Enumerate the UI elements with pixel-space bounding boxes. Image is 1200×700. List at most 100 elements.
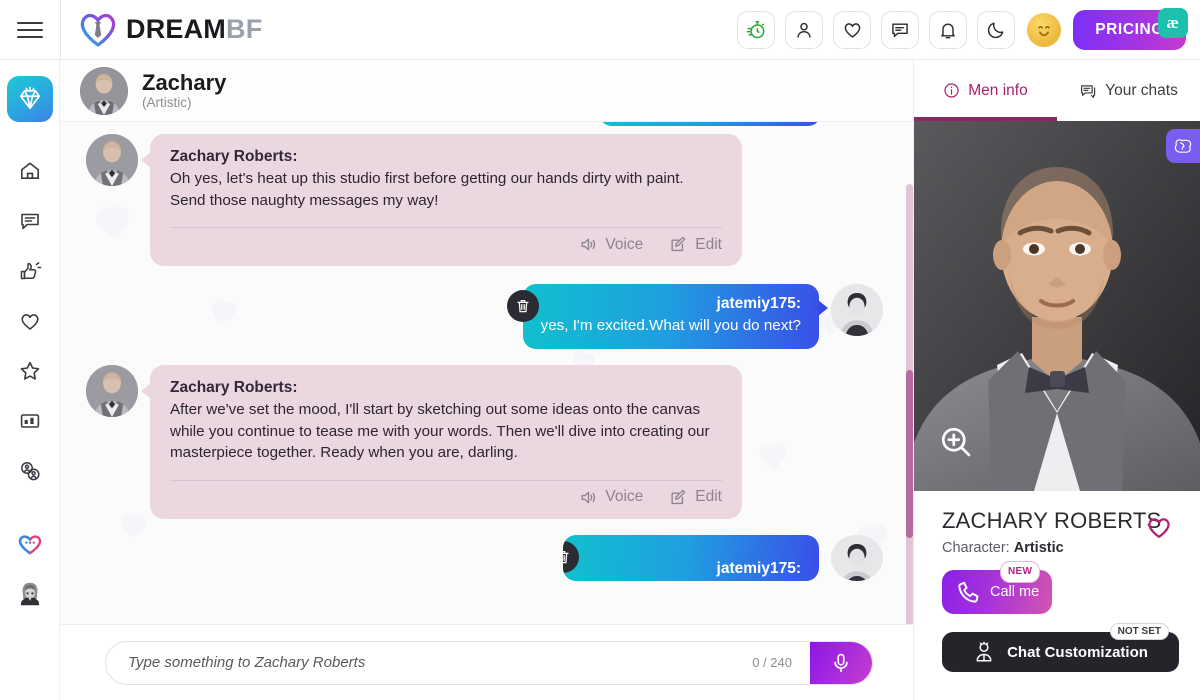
sidebar-item-starred[interactable] — [7, 348, 53, 394]
top-header: DREAMBF PRICING æ — [0, 0, 1200, 60]
bell-icon-button[interactable] — [929, 10, 968, 49]
stopwatch-icon-button[interactable] — [737, 10, 776, 49]
chat-scrollbar[interactable] — [906, 184, 913, 624]
sidebar-item-premium[interactable] — [6, 76, 53, 122]
chat-header-name: Zachary — [142, 69, 227, 95]
call-me-new-badge: NEW — [1000, 561, 1041, 583]
header-actions: PRICING æ — [737, 7, 1200, 50]
delete-message-button[interactable] — [506, 290, 539, 322]
app-logo[interactable]: DREAMBF — [61, 13, 262, 47]
message-avatar-bot[interactable] — [86, 134, 138, 186]
character-hero-image[interactable] — [914, 121, 1200, 491]
person-icon — [797, 22, 811, 38]
bubble-divider — [170, 227, 722, 228]
message-row-partial-top — [86, 122, 885, 126]
edit-action-label: Edit — [695, 235, 722, 253]
message-sender: jatemiy175: — [716, 295, 801, 312]
chat-icon-button[interactable] — [881, 10, 920, 49]
microphone-button[interactable] — [810, 641, 872, 684]
avatar-placeholder-image — [831, 534, 883, 581]
voice-action-label: Voice — [605, 235, 644, 253]
star-icon — [20, 361, 39, 380]
message-text: After we've set the mood, I'll start by … — [170, 401, 710, 461]
smiley-emoji-button[interactable] — [1025, 11, 1063, 49]
logo-text-primary: DREAM — [126, 14, 226, 44]
chat-column: Zachary (Artistic) Zachary Roberts: Oh y… — [60, 60, 913, 700]
message-actions: Voice Edit — [170, 488, 722, 509]
profile-character-value: Artistic — [1013, 540, 1064, 556]
chat-customization-status-badge: NOT SET — [1109, 623, 1169, 640]
sidebar-item-friends[interactable] — [7, 448, 53, 494]
chats-icon — [1081, 84, 1096, 98]
hamburger-menu-button[interactable] — [0, 0, 60, 60]
sidebar-item-home[interactable] — [7, 148, 53, 194]
edit-icon — [671, 236, 686, 252]
message-bubble-bot[interactable]: Zachary Roberts: After we've set the moo… — [141, 365, 742, 519]
favorite-button[interactable] — [1144, 513, 1174, 546]
edit-icon — [671, 489, 686, 504]
sidebar-item-favorites[interactable] — [7, 298, 53, 344]
brain-tab-button[interactable] — [1166, 129, 1200, 163]
edit-action-button[interactable]: Edit — [669, 488, 722, 507]
left-sidebar — [0, 60, 60, 700]
pricing-button[interactable]: PRICING æ — [1073, 7, 1188, 50]
heart-icon-button[interactable] — [833, 10, 872, 49]
chat-header-avatar[interactable] — [80, 66, 128, 115]
bubble-divider — [170, 479, 722, 481]
home-icon — [20, 162, 39, 179]
message-bubble-user-partial[interactable]: jatemiy175: — [563, 534, 819, 581]
chat-header-text: Zachary (Artistic) — [142, 69, 227, 111]
logo-text: DREAMBF — [126, 16, 262, 43]
messages-area[interactable]: Zachary Roberts: Oh yes, let's heat up t… — [60, 122, 913, 624]
voice-action-button[interactable]: Voice — [579, 235, 643, 254]
call-me-button[interactable]: Call me NEW — [942, 561, 1052, 614]
message-avatar-user[interactable] — [831, 284, 883, 336]
voice-action-button[interactable]: Voice — [579, 488, 643, 507]
moon-icon-button[interactable] — [977, 10, 1016, 49]
edit-action-label: Edit — [695, 488, 722, 505]
smiley-emoji-icon — [1027, 12, 1062, 47]
message-avatar-user[interactable] — [831, 534, 883, 581]
sidebar-item-anime[interactable] — [7, 570, 53, 616]
app-root: DREAMBF PRICING æ Zachary (Artistic) Zac… — [0, 0, 1200, 700]
sidebar-item-dream-chat[interactable] — [7, 520, 53, 566]
message-bubble-user[interactable]: jatemiy175: yes, I'm excited.What will y… — [506, 284, 829, 349]
tab-your-chats[interactable]: Your chats — [1057, 60, 1200, 121]
message-row-bot-2: Zachary Roberts: After we've set the moo… — [86, 365, 885, 519]
tab-men-info[interactable]: Men info — [914, 60, 1057, 121]
tab-men-info-label: Men info — [968, 81, 1028, 99]
message-avatar-bot[interactable] — [86, 365, 138, 417]
zoom-in-icon — [941, 427, 971, 457]
message-input[interactable] — [106, 641, 753, 684]
zoom-in-button[interactable] — [938, 424, 974, 465]
edit-action-button[interactable]: Edit — [669, 235, 722, 254]
ae-badge: æ — [1158, 7, 1188, 38]
speaker-icon — [581, 491, 596, 503]
chat-scrollbar-thumb[interactable] — [906, 370, 913, 538]
message-row-bot-1: Zachary Roberts: Oh yes, let's heat up t… — [86, 134, 885, 266]
chat-customization-label: Chat Customization — [1007, 643, 1148, 661]
person-icon-button[interactable] — [785, 10, 824, 49]
sidebar-item-stats[interactable] — [7, 398, 53, 444]
sidebar-item-chats[interactable] — [7, 198, 53, 244]
heart-outline-icon — [1148, 518, 1170, 539]
users-icon — [20, 462, 40, 481]
avatar-image — [80, 66, 128, 115]
trash-icon — [563, 550, 569, 563]
chat-bubble-icon — [892, 22, 908, 37]
delete-message-button[interactable] — [563, 540, 579, 573]
chart-icon — [20, 414, 39, 428]
message-text: Oh yes, let's heat up this studio first … — [170, 170, 684, 209]
avatar-image — [86, 365, 138, 417]
speaker-icon — [581, 238, 596, 251]
composer-input-shell[interactable]: 0 / 240 — [105, 640, 873, 685]
brain-icon — [1174, 139, 1192, 153]
stopwatch-icon — [746, 21, 765, 39]
heart-icon — [20, 314, 39, 330]
message-bubble-partial[interactable] — [599, 122, 821, 126]
sidebar-item-likes[interactable] — [7, 248, 53, 294]
chat-customization-button[interactable]: Chat Customization NOT SET — [942, 623, 1179, 672]
chat-header-character: (Artistic) — [142, 95, 192, 111]
message-sender: Zachary Roberts: — [170, 148, 298, 165]
message-bubble-bot[interactable]: Zachary Roberts: Oh yes, let's heat up t… — [141, 134, 742, 266]
